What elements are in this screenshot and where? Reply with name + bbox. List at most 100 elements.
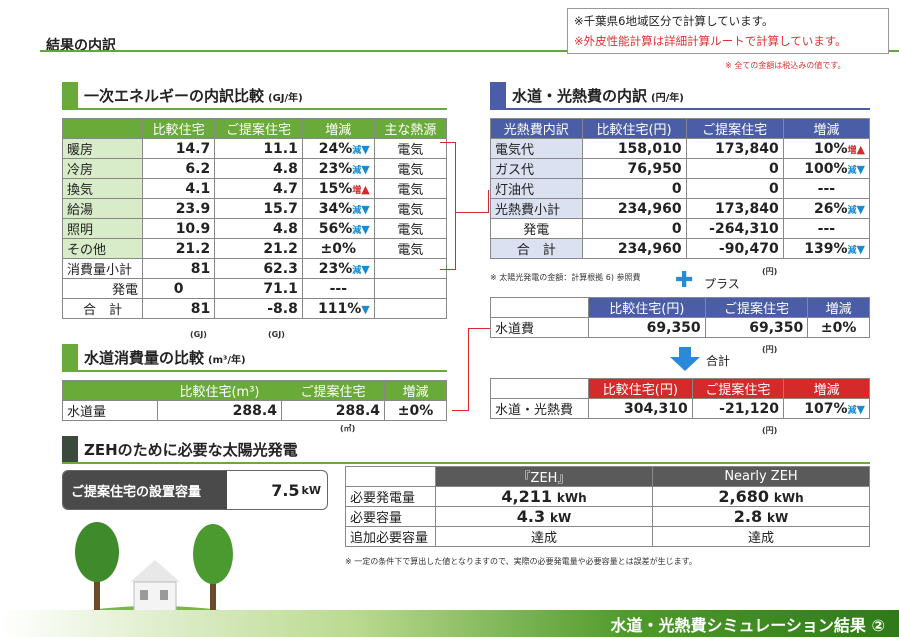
change-value: ---: [301, 278, 375, 299]
change-value: 111%: [318, 300, 362, 317]
energy-header-heat-source: 主な熱源: [373, 118, 448, 139]
water-fee-yen-unit: (円): [762, 345, 778, 354]
nearly-zeh-unit: kW: [767, 511, 789, 525]
footer-title: 水道・光熱費シミュレーション結果 ②: [610, 616, 885, 635]
region-note: ※千葉県6地域区分で計算しています。: [574, 14, 774, 28]
row-label: 光熱費小計: [490, 198, 583, 219]
grand-header-change: 増減: [783, 378, 870, 399]
proposed-value: 173,840: [685, 138, 784, 159]
energy-unit: (GJ/年): [268, 93, 303, 104]
comparison-value: 288.4: [157, 400, 282, 421]
comparison-value: 0: [581, 178, 687, 199]
section-marker: [490, 82, 506, 108]
zeh-value: 4,211: [501, 487, 552, 506]
water-fee-header-blank: [490, 297, 589, 318]
change-tag: 減: [847, 165, 857, 176]
table-row: 水道・光熱費 304,310 -21,120 107%減▼: [490, 398, 870, 419]
change-value: ---: [782, 218, 871, 239]
envelope-note: ※外皮性能計算は詳細計算ルートで計算しています。: [574, 34, 847, 48]
change-cell: 23%減▼: [301, 258, 375, 279]
change-tag: 減: [352, 205, 362, 216]
row-label: 必要発電量: [345, 486, 436, 507]
connector-line: [488, 190, 489, 213]
change-value: 107%: [804, 400, 848, 417]
energy-section: 一次エネルギーの内訳比較 (GJ/年): [62, 82, 447, 110]
zeh-header-blank: [345, 466, 436, 487]
row-label: その他: [62, 238, 143, 259]
nearly-zeh-value-cell: 2,680 kWh: [652, 486, 870, 507]
energy-table: 比較住宅 ご提案住宅 増減 主な熱源 暖房 14.7 11.1 24%減▼ 電気…: [62, 118, 448, 319]
change-cell: 23%減▼: [301, 158, 375, 179]
utility-header-proposed: ご提案住宅: [685, 118, 784, 139]
down-arrow-icon: ▼: [361, 202, 370, 216]
proposed-value: 15.7: [214, 198, 303, 219]
empty-cell: [373, 298, 448, 319]
change-cell: 10%増▲: [782, 138, 871, 159]
solar-note: ※ 太陽光発電の金額：計算根拠 6) 参照費: [490, 273, 641, 282]
table-row: 光熱費小計 234,960 173,840 26%減▼: [490, 198, 871, 219]
section-marker: [62, 436, 78, 462]
heat-source: 電気: [373, 218, 448, 239]
proposed-value: 4.8: [214, 218, 303, 239]
zeh-section-title: ZEHのために必要な太陽光発電: [84, 440, 298, 459]
water-fee-header-proposed: ご提案住宅: [704, 297, 809, 318]
change-tag: 減: [352, 225, 362, 236]
change-tag: 増: [352, 185, 362, 196]
change-tag: 減: [847, 245, 857, 256]
energy-header-change: 増減: [301, 118, 375, 139]
grand-header-proposed: ご提案住宅: [691, 378, 785, 399]
table-row: 必要発電量 4,211 kWh 2,680 kWh: [345, 486, 870, 507]
zeh-header-nearly-zeh: Nearly ZEH: [652, 466, 870, 487]
up-arrow-icon: ▲: [856, 142, 865, 156]
table-row: 水道費 69,350 69,350 ±0%: [490, 317, 870, 338]
change-cell: 15%増▲: [301, 178, 375, 199]
utility-yen-unit: (円): [762, 267, 778, 276]
heat-source: 電気: [373, 238, 448, 259]
comparison-value: 304,310: [588, 398, 693, 419]
energy-section-header: 一次エネルギーの内訳比較 (GJ/年): [62, 82, 447, 108]
change-value: 24%: [318, 140, 353, 157]
heat-source: 電気: [373, 138, 448, 159]
row-label: 消費量小計: [62, 258, 143, 279]
row-label: 水道費: [490, 317, 589, 338]
table-row: 換気 4.1 4.7 15%増▲ 電気: [62, 178, 448, 199]
row-label: 発電: [62, 278, 143, 299]
water-fee-header-row: 比較住宅(円) ご提案住宅 増減: [490, 297, 870, 318]
utility-header-item: 光熱費内訳: [490, 118, 583, 139]
change-tag: 減: [847, 205, 857, 216]
utility-unit: (円/年): [651, 93, 684, 104]
utility-table: 光熱費内訳 比較住宅(円) ご提案住宅 増減 電気代 158,010 173,8…: [490, 118, 871, 259]
table-row: 暖房 14.7 11.1 24%減▼ 電気: [62, 138, 448, 159]
change-value: 10%: [814, 140, 848, 157]
total-row: 合 計 234,960 -90,470 139%減▼: [490, 238, 871, 259]
zeh-section-header: ZEHのために必要な太陽光発電: [62, 436, 870, 462]
installed-capacity-box: ご提案住宅の設置容量 7.5 kW: [62, 470, 328, 510]
change-value: 23%: [318, 260, 353, 277]
proposed-value: 288.4: [280, 400, 386, 421]
comparison-value: 23.9: [141, 198, 216, 219]
change-value: 56%: [318, 220, 353, 237]
nearly-zeh-value: 2,680: [718, 487, 769, 506]
down-arrow-icon: ▼: [361, 162, 370, 176]
change-value: 100%: [804, 160, 848, 177]
water-header-blank: [62, 380, 158, 401]
nearly-zeh-unit: kWh: [773, 491, 804, 505]
change-value: 139%: [804, 240, 848, 257]
grand-header-row: 比較住宅(円) ご提案住宅 増減: [490, 378, 870, 399]
zeh-value-cell: 4.3 kW: [435, 506, 653, 527]
section-marker: [62, 82, 78, 108]
grand-total-table: 比較住宅(円) ご提案住宅 増減 水道・光熱費 304,310 -21,120 …: [490, 378, 870, 419]
table-row: 給湯 23.9 15.7 34%減▼ 電気: [62, 198, 448, 219]
change-value: ±0%: [384, 400, 447, 421]
zeh-unit: kW: [550, 511, 572, 525]
heat-source: 電気: [373, 178, 448, 199]
zeh-header-zeh: 『ZEH』: [435, 466, 653, 487]
row-label: 水道量: [62, 400, 158, 421]
connector-line: [468, 328, 469, 411]
water-fee-table: 比較住宅(円) ご提案住宅 増減 水道費 69,350 69,350 ±0%: [490, 297, 870, 338]
row-label: 換気: [62, 178, 143, 199]
zeh-note: ※ 一定の条件下で算出した値となりますので、実際の必要発電量や必要容量とは誤差が…: [345, 557, 697, 566]
row-label: 発電: [490, 218, 583, 239]
water-section-title: 水道消費量の比較: [84, 348, 205, 367]
energy-header-proposed: ご提案住宅: [214, 118, 303, 139]
